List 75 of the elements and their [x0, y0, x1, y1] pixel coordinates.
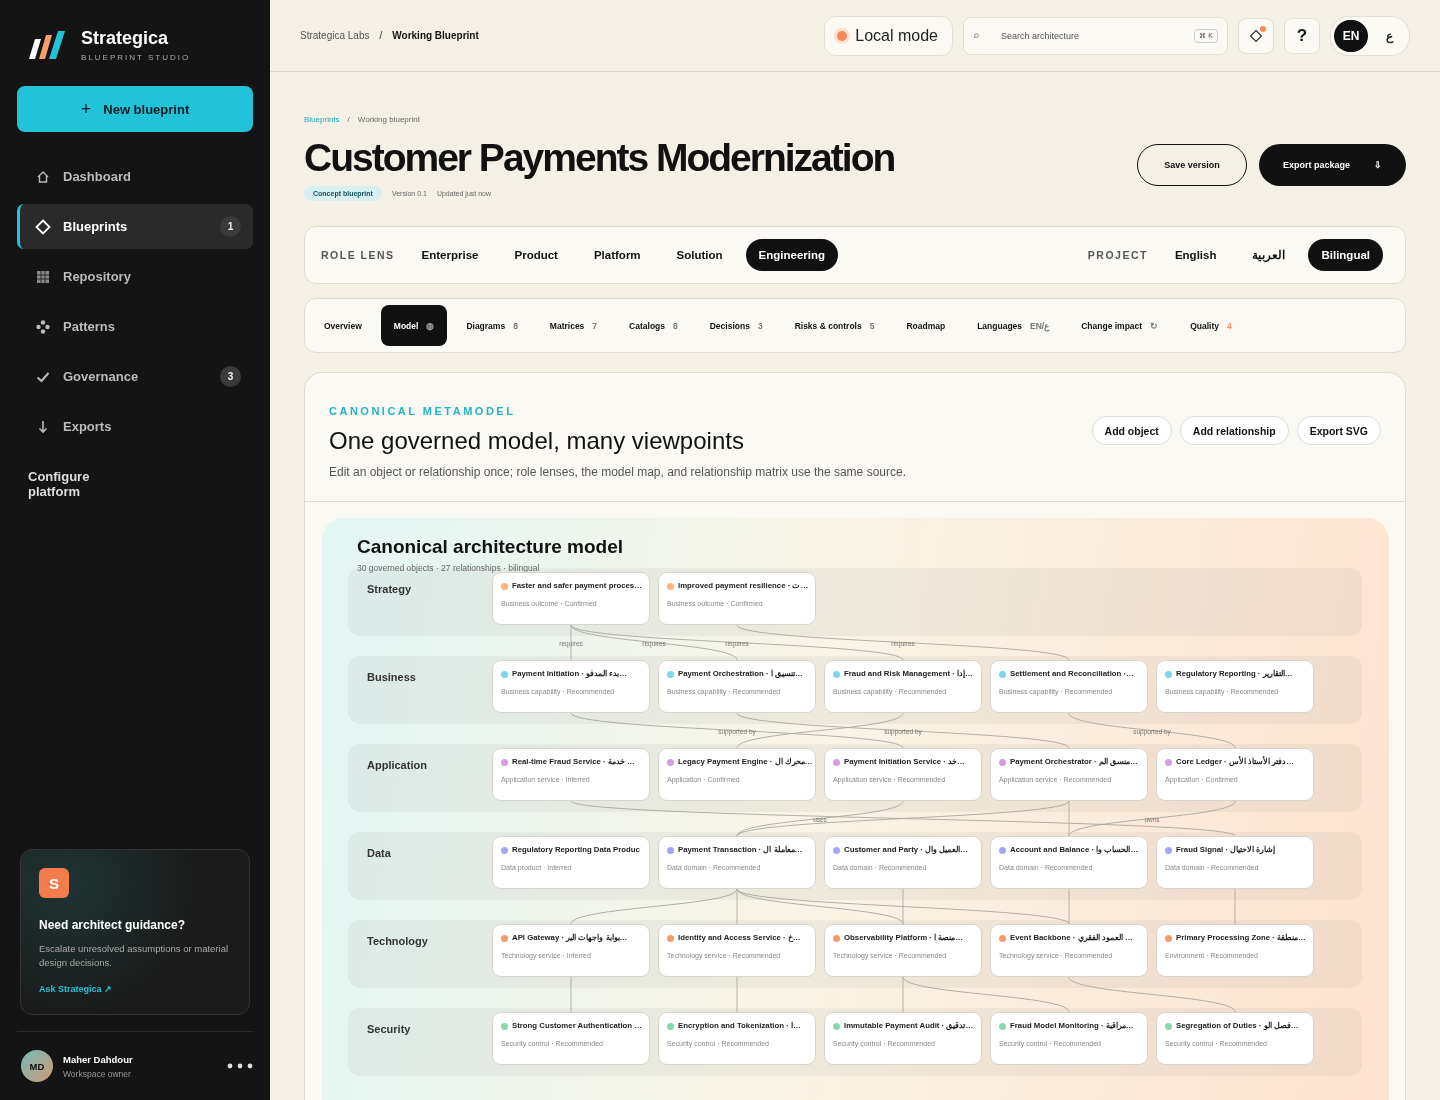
- tab[interactable]: Roadmap: [893, 305, 959, 346]
- local-mode-pill[interactable]: Local mode: [824, 15, 953, 56]
- count-badge: 1: [220, 216, 241, 237]
- tab[interactable]: Diagrams 8: [453, 305, 531, 346]
- language-button[interactable]: EN: [1334, 19, 1368, 52]
- tab[interactable]: Change impact ↻: [1068, 305, 1172, 346]
- nodes-icon: [35, 318, 51, 335]
- breadcrumb-current: Working blueprint: [357, 115, 420, 124]
- export-package-button[interactable]: Export package ⇩: [1259, 144, 1406, 186]
- guidance-text: Escalate unresolved assumptions or material design decisions.: [39, 942, 230, 970]
- tab[interactable]: Catalogs 8: [616, 305, 691, 346]
- diamond-icon: [35, 218, 51, 235]
- role-lens-option[interactable]: Product: [501, 239, 571, 271]
- nav-item[interactable]: Dashboard: [17, 154, 253, 199]
- model-subtitle: 30 governed objects · 27 relationships · bilingual: [357, 563, 540, 573]
- brand-name: Strategica: [81, 28, 170, 49]
- connector-line: [570, 976, 572, 1013]
- language-button[interactable]: ع: [1372, 19, 1406, 52]
- guidance-title: Need architect guidance?: [39, 918, 187, 932]
- diamond-icon: [1249, 28, 1263, 43]
- breadcrumb-separator: /: [379, 30, 383, 41]
- user-name: Maher Dahdour: [63, 1053, 134, 1065]
- nav-item[interactable]: Blueprints 1: [17, 204, 253, 249]
- nav-item[interactable]: Governance 3: [17, 354, 253, 399]
- tab[interactable]: Quality 4: [1177, 305, 1245, 346]
- user-avatar: MD: [21, 1050, 53, 1082]
- search-icon: [973, 32, 979, 39]
- tab[interactable]: Matrices 7: [536, 305, 611, 346]
- model-title: Canonical architecture model: [357, 536, 624, 558]
- tab[interactable]: Risks & controls 5: [781, 305, 888, 346]
- breadcrumb-separator: /: [347, 115, 350, 124]
- nav-item[interactable]: Exports: [17, 404, 253, 449]
- layer-label: Technology: [367, 935, 428, 947]
- more-icon[interactable]: [227, 1063, 253, 1069]
- connector-line: [1234, 888, 1236, 925]
- language-option[interactable]: العربية: [1239, 239, 1299, 271]
- role-lens-label: ROLE LENS: [321, 249, 395, 261]
- nav-item[interactable]: Patterns: [17, 304, 253, 349]
- section-description: Edit an object or relationship once; role lenses, the model map, and relationship matrix use the same source.: [329, 465, 906, 479]
- action-button[interactable]: Add object: [1091, 416, 1172, 445]
- section-eyebrow: CANONICAL METAMODEL: [329, 405, 516, 417]
- layer-label: Strategy: [367, 583, 412, 595]
- count-badge: 3: [220, 366, 241, 387]
- layer-label: Application: [367, 759, 427, 771]
- role-lens-option[interactable]: Solution: [663, 239, 736, 271]
- nav-item[interactable]: Repository: [17, 254, 253, 299]
- role-lens-option[interactable]: Enterprise: [408, 239, 492, 271]
- tab[interactable]: Decisions 3: [696, 305, 776, 346]
- logo-icon: [27, 29, 67, 61]
- language-option[interactable]: Bilingual: [1308, 239, 1383, 271]
- tab[interactable]: Overview: [311, 305, 375, 346]
- section-title: One governed model, many viewpoints: [329, 427, 745, 455]
- brand-tagline: BLUEPRINT STUDIO: [81, 53, 191, 62]
- help-button[interactable]: ?: [1284, 17, 1320, 54]
- notifications-button[interactable]: [1238, 17, 1274, 54]
- page-title: Customer Payments Modernization: [304, 136, 895, 180]
- assistant-avatar: S: [39, 868, 69, 898]
- breadcrumb-link[interactable]: Strategica Labs: [300, 30, 370, 41]
- new-blueprint-button[interactable]: + New blueprint: [17, 86, 253, 132]
- ask-link[interactable]: Ask Strategica ↗: [39, 984, 231, 994]
- action-button[interactable]: Add relationship: [1179, 416, 1289, 445]
- user-role: Workspace owner: [63, 1068, 132, 1079]
- role-lens-option[interactable]: Engineering: [745, 239, 839, 271]
- breadcrumb-current: Working Blueprint: [392, 30, 479, 41]
- role-lens-option[interactable]: Platform: [580, 239, 654, 271]
- action-button[interactable]: Export SVG: [1296, 416, 1381, 445]
- configure-platform-link[interactable]: Configure platform: [28, 469, 108, 499]
- layer-label: Data: [367, 847, 391, 859]
- tab[interactable]: Model ◍: [380, 305, 448, 346]
- language-option[interactable]: English: [1161, 239, 1230, 271]
- layer-label: Security: [367, 1023, 411, 1035]
- connector-line: [736, 976, 738, 1013]
- layer-label: Business: [367, 671, 416, 683]
- project-label: PROJECT: [1087, 249, 1148, 261]
- grid-icon: [35, 268, 51, 285]
